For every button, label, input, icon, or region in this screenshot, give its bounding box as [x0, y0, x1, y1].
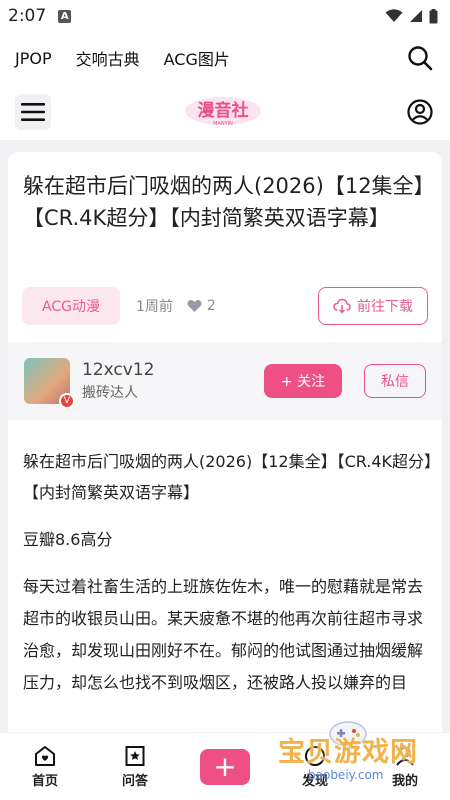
search-icon [408, 46, 433, 71]
status-time: 2:07 [8, 6, 47, 26]
author-info: 12xcv12 搬砖达人 [82, 360, 154, 402]
nav-home[interactable]: 首页 [15, 745, 75, 789]
post-card: 躲在超市后门吸烟的两人(2026)【12集全】【CR.4K超分】【内封简繁英双语… [8, 152, 442, 752]
logo-image: 漫音社 MANYIN [185, 97, 261, 127]
app-logo: 漫音社 MANYIN [183, 94, 263, 128]
category-classical[interactable]: 交响古典 [76, 46, 140, 70]
message-button[interactable]: 私信 [364, 364, 426, 398]
post-content: 躲在超市后门吸烟的两人(2026)【12集全】【CR.4K超分】【内封简繁英双语… [23, 446, 433, 715]
svg-text:MANYIN: MANYIN [213, 121, 233, 127]
category-jpop[interactable]: JPOP [15, 49, 52, 68]
content-paragraph-1: 躲在超市后门吸烟的两人(2026)【12集全】【CR.4K超分】【内封简繁英双语… [23, 452, 433, 502]
nav-qa-label: 问答 [121, 773, 148, 789]
watermark-text: 宝贝游戏网 [278, 737, 418, 768]
notification-a-icon: A [58, 9, 72, 23]
post-title: 躲在超市后门吸烟的两人(2026)【12集全】【CR.4K超分】【内封简繁英双语… [23, 174, 425, 230]
follow-button[interactable]: + 关注 [264, 364, 342, 398]
post-meta: ACG动漫 1周前 2 前往下载 [22, 286, 428, 326]
bookmark-star-icon [125, 745, 145, 766]
nav-qa[interactable]: 问答 [105, 745, 165, 789]
category-acg-images[interactable]: ACG图片 [164, 46, 230, 70]
publish-button[interactable]: + [200, 748, 250, 785]
author-bar: V 12xcv12 搬砖达人 + 关注 私信 [8, 342, 442, 420]
user-icon [407, 99, 433, 125]
status-icons [385, 8, 438, 24]
search-button[interactable] [405, 43, 435, 73]
download-cloud-icon [333, 298, 351, 314]
author-role: 搬砖达人 [82, 385, 138, 401]
like-count-value: 2 [206, 298, 216, 314]
category-tag[interactable]: ACG动漫 [22, 287, 120, 325]
category-nav: JPOP 交响古典 ACG图片 [0, 38, 450, 78]
app-header: 漫音社 MANYIN [0, 86, 450, 138]
content-paragraph-2: 豆瓣8.6高分 [23, 530, 113, 549]
avatar[interactable]: V [24, 358, 75, 409]
profile-button[interactable] [405, 97, 435, 127]
download-button[interactable]: 前往下载 [318, 287, 428, 325]
nav-home-label: 首页 [31, 773, 58, 789]
signal-icon [410, 10, 422, 22]
author-name[interactable]: 12xcv12 [82, 360, 154, 380]
menu-button[interactable] [15, 94, 51, 130]
nav-publish[interactable]: + [195, 748, 255, 785]
watermark: 宝贝游戏网 baobeiy.com [278, 721, 428, 784]
content-paragraph-3: 每天过着社畜生活的上班族佐佐木，唯一的慰藉就是常去超市的收银员山田。某天疲惫不堪… [23, 577, 424, 692]
wifi-icon [385, 9, 403, 22]
svg-text:漫音社: 漫音社 [198, 100, 249, 121]
battery-icon [429, 8, 438, 23]
verified-badge-icon: V [59, 393, 75, 409]
download-label: 前往下载 [357, 299, 413, 315]
hamburger-icon [21, 103, 45, 121]
home-icon [35, 745, 55, 766]
like-count[interactable]: 2 [187, 298, 216, 314]
status-bar: 2:07 A [0, 0, 450, 32]
heart-icon [187, 300, 202, 312]
post-time: 1周前 [136, 299, 173, 315]
watermark-url: baobeiy.com [308, 768, 384, 782]
